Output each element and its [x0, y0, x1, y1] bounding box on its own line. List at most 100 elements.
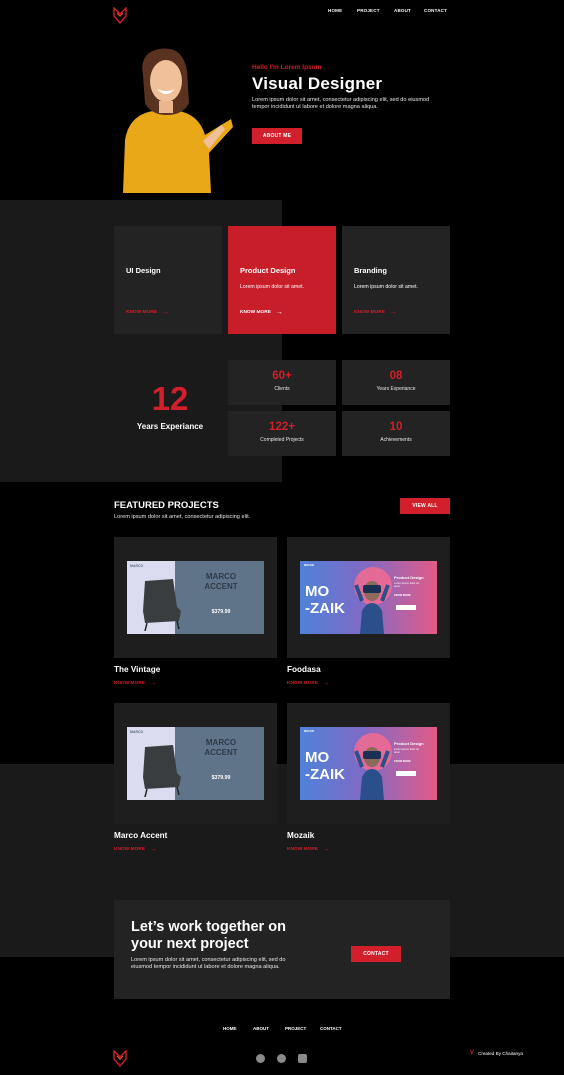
view-all-button[interactable]: VIEW ALL [400, 498, 450, 514]
know-more-link[interactable]: KNOW MORE → [240, 309, 283, 316]
arrow-right-icon: → [322, 846, 330, 853]
experience-label: Years Experiance [136, 422, 204, 431]
nav-project[interactable]: PROJECT [357, 8, 380, 13]
thumbnail-name-line2: -ZAIK [305, 766, 345, 783]
know-more-link[interactable]: KNOW MORE → [354, 309, 397, 316]
credit-logo-icon: V [470, 1050, 475, 1056]
service-card-title: Branding [354, 266, 387, 275]
arrow-right-icon: → [275, 309, 283, 316]
project-card-thumbnail[interactable]: MOZAIK MO -ZAIK Product Design Lorem ipsu… [287, 703, 450, 824]
thumbnail-name: MO -ZAIK [305, 749, 345, 783]
hero-title: Visual Designer [252, 74, 383, 93]
facebook-icon[interactable] [256, 1054, 265, 1063]
thumbnail-price: $379.99 [211, 609, 231, 615]
footer-logo-icon[interactable] [113, 1050, 127, 1067]
thumbnail-brand: MOZAIK [304, 730, 315, 733]
know-more-label: KNOW MORE [126, 310, 157, 315]
stat-clients: 60+ Clients [228, 360, 336, 405]
nav-about[interactable]: ABOUT [394, 8, 411, 13]
thumbnail-more: KNOW MORE [394, 760, 411, 763]
know-more-label: KNOW MORE [287, 847, 318, 852]
service-card-ui-design[interactable]: UI Design KNOW MORE → [114, 226, 222, 334]
stat-projects: 122+ Completed Projects [228, 411, 336, 456]
logo-icon[interactable] [113, 7, 127, 24]
stat-years: 08 Years Experiance [342, 360, 450, 405]
thumbnail-name-line2: ACCENT [204, 582, 238, 591]
service-card-branding[interactable]: Branding Lorem ipsum dolor sit amet. KNO… [342, 226, 450, 334]
know-more-link[interactable]: KNOW MORE → [126, 309, 169, 316]
project-name: The Vintage [114, 665, 161, 674]
thumbnail-price: $379.99 [211, 775, 231, 781]
hero-text: Lorem ipsum dolor sit amet, consectetur … [252, 97, 430, 110]
marco-thumbnail: MARCO MARCO ACCENT $379.99 [127, 727, 264, 800]
twitter-icon[interactable] [277, 1054, 286, 1063]
arrow-right-icon: → [322, 680, 330, 687]
service-card-title: Product Design [240, 266, 296, 275]
arrow-right-icon: → [149, 680, 157, 687]
hero-portrait [113, 45, 233, 193]
stat-value: 10 [389, 421, 403, 433]
thumbnail-more: KNOW MORE [394, 594, 411, 597]
featured-subtitle: Lorem ipsum dolor sit amet, consectetur … [114, 514, 251, 520]
project-card-thumbnail[interactable]: MARCO MARCO ACCENT $379.99 [114, 537, 277, 658]
stat-value: 60+ [272, 370, 292, 382]
credit-text: Created By Chaitanya [478, 1050, 523, 1056]
stat-label: Clients [274, 386, 290, 392]
about-me-button[interactable]: ABOUT ME [252, 128, 302, 144]
thumbnail-name-line1: MARCO [205, 572, 237, 581]
thumbnail-name-line1: MO [305, 583, 330, 600]
thumbnail-button [396, 771, 416, 776]
thumbnail-brand: MOZAIK [304, 564, 315, 567]
footer-contact[interactable]: CONTACT [320, 1026, 342, 1031]
vr-person-image [354, 747, 390, 800]
project-name: Foodasa [287, 665, 321, 674]
cta-title: Let’s work together on your next project [131, 919, 286, 953]
thumbnail-name-line1: MO [305, 749, 330, 766]
thumbnail-name-line1: MARCO [205, 738, 237, 747]
contact-button[interactable]: CONTACT [351, 946, 401, 962]
service-card-text: Lorem ipsum dolor sit amet. [240, 284, 305, 290]
stat-value: 08 [389, 370, 403, 382]
vr-person-image [354, 581, 390, 634]
service-card-product-design[interactable]: Product Design Lorem ipsum dolor sit ame… [228, 226, 336, 334]
armchair-image [143, 745, 181, 797]
project-card-thumbnail[interactable]: MOZAIK MO -ZAIK Product Design Lorem ipsu… [287, 537, 450, 658]
thumbnail-button [396, 605, 416, 610]
footer-project[interactable]: PROJECT [285, 1026, 306, 1031]
arrow-right-icon: → [161, 309, 169, 316]
project-card-thumbnail[interactable]: MARCO MARCO ACCENT $379.99 [114, 703, 277, 824]
know-more-label: KNOW MORE [240, 310, 271, 315]
featured-title: FEATURED PROJECTS [114, 500, 219, 511]
nav-home[interactable]: HOME [328, 8, 342, 13]
thumbnail-brand: MARCO [130, 730, 144, 734]
thumbnail-title: Product Design [394, 575, 424, 580]
marco-thumbnail: MARCO MARCO ACCENT $379.99 [127, 561, 264, 634]
nav-contact[interactable]: CONTACT [424, 8, 447, 13]
cta-text: Lorem ipsum dolor sit amet, consectetur … [131, 957, 286, 970]
know-more-label: KNOW MORE [114, 681, 145, 686]
thumbnail-name: MO -ZAIK [305, 583, 345, 617]
know-more-link[interactable]: KNOW MORE → [287, 680, 330, 687]
stat-value: 122+ [269, 421, 295, 433]
know-more-link[interactable]: KNOW MORE → [287, 846, 330, 853]
footer-home[interactable]: HOME [223, 1026, 237, 1031]
experience-number: 12 [151, 380, 189, 417]
cta-box: Let’s work together on your next project… [114, 900, 450, 999]
mozaik-thumbnail: MOZAIK MO -ZAIK Product Design Lorem ipsu… [300, 727, 437, 800]
cta-title-line1: Let’s work together on [131, 919, 286, 935]
stat-label: Achievements [380, 437, 412, 443]
stat-label: Completed Projects [260, 437, 304, 443]
service-card-text: Lorem ipsum dolor sit amet. [354, 284, 419, 290]
thumbnail-name: MARCO ACCENT [191, 572, 251, 592]
footer-about[interactable]: ABOUT [253, 1026, 269, 1031]
stat-achievements: 10 Achievements [342, 411, 450, 456]
know-more-link[interactable]: KNOW MORE → [114, 680, 157, 687]
know-more-link[interactable]: KNOW MORE → [114, 846, 157, 853]
thumbnail-title: Product Design [394, 741, 424, 746]
arrow-right-icon: → [149, 846, 157, 853]
youtube-icon[interactable] [298, 1054, 307, 1063]
mozaik-thumbnail: MOZAIK MO -ZAIK Product Design Lorem ipsu… [300, 561, 437, 634]
thumbnail-brand: MARCO [130, 564, 144, 568]
thumbnail-name-line2: ACCENT [204, 748, 238, 757]
thumbnail-text: Lorem ipsum dolor sit amet [394, 748, 419, 754]
